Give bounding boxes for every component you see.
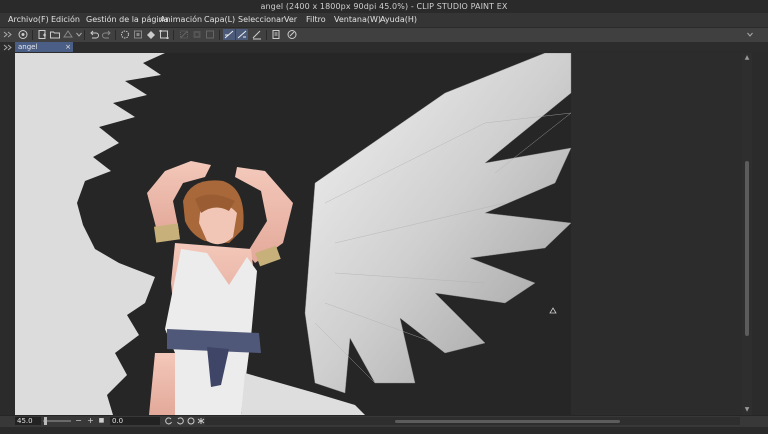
menu-seleccionar[interactable]: Seleccionar [238, 13, 284, 27]
rotation-field[interactable]: 0.0 [110, 417, 160, 425]
bottom-strip [0, 427, 768, 434]
menu-edicion[interactable]: Edición [51, 13, 80, 27]
flip-icon[interactable] [196, 417, 205, 425]
artwork-canvas[interactable] [15, 53, 742, 415]
redo-icon[interactable] [101, 29, 113, 40]
clip-icon[interactable] [286, 29, 298, 40]
menu-archivo[interactable]: Archivo(F) [8, 13, 49, 27]
reset-rotation-icon[interactable] [186, 417, 195, 425]
toolbar-separator [84, 30, 85, 40]
zoom-field[interactable]: 45.0 [15, 417, 41, 425]
invert-selection-icon[interactable] [191, 29, 203, 40]
zoom-in-button[interactable]: + [86, 417, 95, 425]
clear-outside-icon[interactable] [132, 29, 144, 40]
menu-ayuda[interactable]: Ayuda(H) [380, 13, 417, 27]
settings-icon[interactable] [270, 29, 282, 40]
toolbar-separator [115, 30, 116, 40]
toolbar-separator [32, 30, 33, 40]
zoom-slider-knob[interactable] [44, 417, 47, 425]
rotate-left-icon[interactable] [164, 417, 173, 425]
show-selection-icon[interactable] [204, 29, 216, 40]
command-bar [0, 27, 768, 42]
document-tab-bar: angel × [0, 42, 768, 52]
document-tab-label: angel [18, 43, 38, 51]
scroll-down-icon[interactable]: ▼ [743, 406, 751, 414]
toolbar-separator [266, 30, 267, 40]
undo-icon[interactable] [88, 29, 100, 40]
new-file-icon[interactable] [36, 29, 48, 40]
snap-special-ruler-icon[interactable] [236, 29, 248, 40]
navigator-icon[interactable] [17, 29, 29, 40]
panel-collapse-icon[interactable] [2, 29, 14, 40]
horizontal-scrollbar[interactable] [205, 417, 740, 425]
fill-icon[interactable] [145, 29, 157, 40]
menu-ventana[interactable]: Ventana(W) [334, 13, 381, 27]
toolbar-separator [219, 30, 220, 40]
zoom-out-button[interactable]: − [74, 417, 83, 425]
scroll-up-icon[interactable]: ▲ [743, 54, 751, 62]
status-bar: 45.0 − + ■ 0.0 [0, 415, 768, 427]
title-bar: angel (2400 x 1800px 90dpi 45.0%) - CLIP… [0, 0, 768, 13]
toolbar-separator [173, 30, 174, 40]
dropdown-icon[interactable] [73, 29, 82, 40]
menu-bar: Archivo(F) Edición Gestión de la página … [0, 13, 768, 27]
deselect-icon[interactable] [178, 29, 190, 40]
vertical-scrollbar[interactable]: ▲ ▼ [742, 53, 752, 415]
panel-collapse-icon[interactable] [2, 42, 14, 52]
chevron-down-icon[interactable] [744, 29, 753, 40]
open-file-icon[interactable] [49, 29, 61, 40]
menu-capa[interactable]: Capa(L) [204, 13, 235, 27]
menu-gestion[interactable]: Gestión de la página [86, 13, 169, 27]
window-title: angel (2400 x 1800px 90dpi 45.0%) - CLIP… [260, 2, 508, 11]
horizontal-scroll-thumb[interactable] [395, 420, 620, 423]
zoom-slider[interactable] [43, 420, 71, 422]
rotate-right-icon[interactable] [175, 417, 184, 425]
menu-filtro[interactable]: Filtro [306, 13, 326, 27]
snap-grid-icon[interactable] [251, 29, 263, 40]
transform-icon[interactable] [158, 29, 170, 40]
menu-animacion[interactable]: Animación [160, 13, 202, 27]
menu-ver[interactable]: Ver [284, 13, 297, 27]
clear-icon[interactable] [119, 29, 131, 40]
snap-ruler-icon[interactable] [223, 29, 235, 40]
close-icon[interactable]: × [65, 42, 71, 52]
vertical-scroll-thumb[interactable] [745, 161, 749, 336]
canvas-area[interactable] [15, 53, 742, 415]
document-tab[interactable]: angel × [15, 42, 73, 52]
fit-to-screen-button[interactable]: ■ [97, 417, 106, 425]
